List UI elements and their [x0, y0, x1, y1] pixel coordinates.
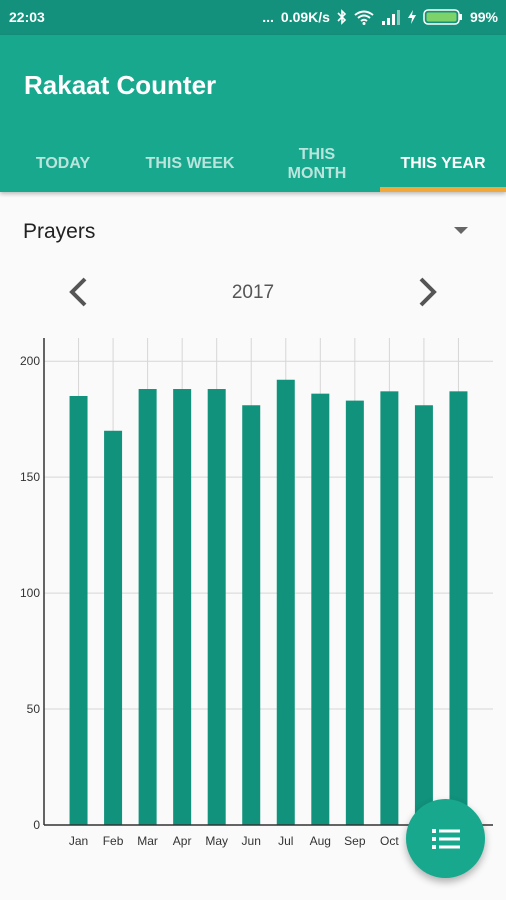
bar-jul: [276, 379, 295, 825]
status-bar: 22:03 ... 0.09K/s 99%: [0, 0, 506, 35]
app-title: Rakaat Counter: [24, 70, 217, 100]
next-year-button[interactable]: [408, 270, 448, 314]
year-label: 2017: [231, 282, 275, 303]
bar-dec: [449, 391, 468, 825]
wifi-icon: [354, 10, 374, 25]
bar-oct: [380, 391, 399, 825]
battery-icon: [423, 9, 462, 25]
x-tick-label: May: [205, 834, 228, 848]
x-tick-label: Jun: [242, 834, 261, 848]
status-right: ... 0.09K/s 99%: [262, 9, 498, 25]
bar-nov: [414, 405, 433, 825]
list-fab-button[interactable]: [406, 799, 485, 878]
bar-may: [207, 389, 226, 825]
filter-dropdown[interactable]: Prayers: [0, 205, 506, 260]
x-tick-label: Apr: [173, 834, 192, 848]
bar-mar: [138, 389, 157, 825]
tab-label: THIS MONTH: [287, 145, 347, 182]
net-speed: 0.09K/s: [280, 9, 330, 25]
status-time: 22:03: [9, 9, 45, 25]
tab-label: THIS WEEK: [145, 155, 235, 172]
bar-jan: [69, 395, 88, 825]
bar-feb: [104, 430, 123, 825]
status-dots: ...: [262, 9, 274, 25]
x-tick-label: Feb: [103, 834, 124, 848]
x-tick-label: Jan: [69, 834, 88, 848]
tab-label: TODAY: [35, 155, 91, 172]
app-bar: Rakaat Counter TODAY THIS WEEK THIS MONT…: [0, 35, 506, 192]
filter-selected-value: Prayers: [23, 220, 96, 243]
previous-year-button[interactable]: [58, 270, 98, 314]
caret-down-icon: [454, 227, 468, 234]
y-tick-label: 50: [27, 702, 41, 716]
tab-today[interactable]: TODAY: [0, 135, 126, 192]
bluetooth-icon: [337, 9, 347, 25]
x-tick-label: Mar: [137, 834, 158, 848]
x-tick-label: Sep: [344, 834, 366, 848]
y-tick-label: 100: [20, 586, 40, 600]
y-tick-label: 200: [20, 354, 40, 368]
tab-label: THIS YEAR: [400, 155, 486, 172]
x-tick-label: Aug: [310, 834, 331, 848]
bar-apr: [173, 389, 192, 825]
list-icon: [431, 828, 460, 849]
bar-jun: [242, 405, 261, 825]
y-tick-label: 150: [20, 470, 40, 484]
y-tick-label: 0: [33, 818, 40, 832]
tab-this-week[interactable]: THIS WEEK: [126, 135, 254, 192]
bar-aug: [311, 393, 330, 825]
tab-this-month[interactable]: THIS MONTH: [254, 135, 380, 192]
battery-percent: 99%: [469, 9, 498, 25]
x-tick-label: Jul: [278, 834, 293, 848]
signal-icon: [381, 9, 400, 25]
x-tick-label: Oct: [380, 834, 399, 848]
tab-this-year[interactable]: THIS YEAR: [380, 135, 506, 192]
chevron-left-icon: [69, 277, 87, 307]
chevron-right-icon: [419, 277, 437, 307]
period-tabs: TODAY THIS WEEK THIS MONTH THIS YEAR: [0, 135, 506, 192]
charging-icon: [407, 10, 416, 24]
yearly-bar-chart: 0 50 100 150 200 Jan Feb Mar Apr May Jun Jul Aug Sep O…: [20, 338, 493, 848]
tab-indicator: [380, 187, 506, 192]
bar-sep: [345, 400, 364, 825]
